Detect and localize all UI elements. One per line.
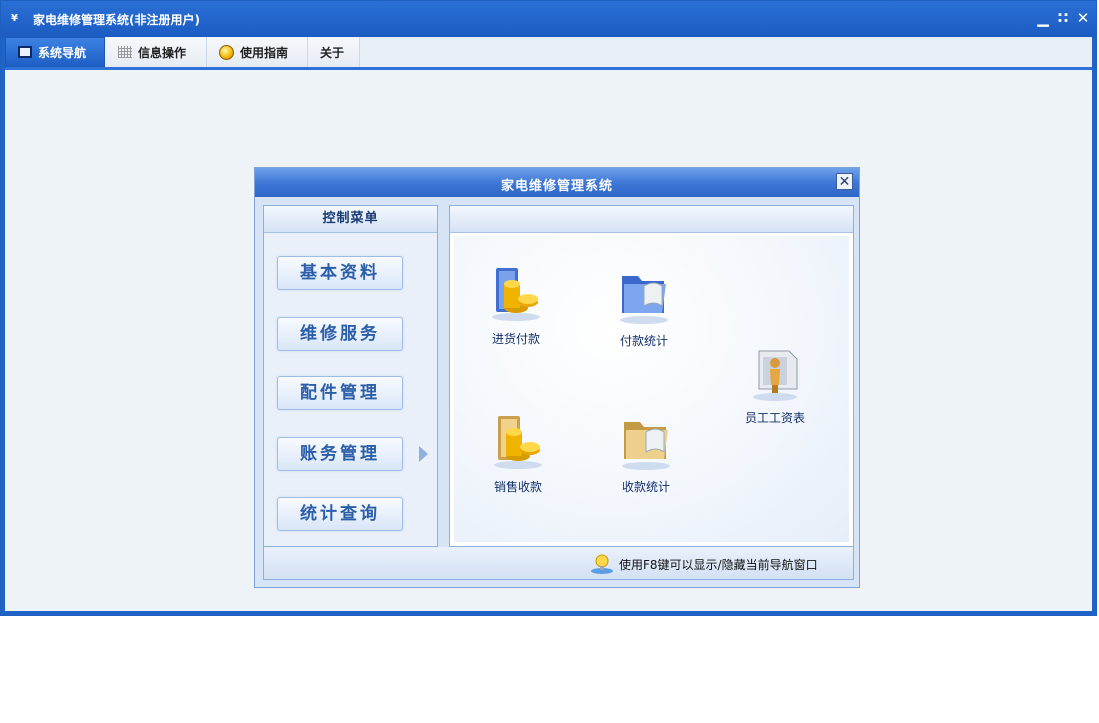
func-label: 付款统计 xyxy=(619,334,668,348)
menu-repair-service-button[interactable]: 维修服务 xyxy=(277,317,403,351)
restore-button[interactable]: ∷ xyxy=(1056,9,1070,27)
title-bar[interactable]: ¥ 家电维修管理系统(非注册用户) ▁ ∷ ✕ xyxy=(1,1,1096,37)
selected-arrow-icon xyxy=(419,446,428,462)
dialog-title-bar[interactable]: 家电维修管理系统 ✕ xyxy=(255,168,859,197)
tab-label: 关于 xyxy=(320,45,345,60)
func-label: 员工工资表 xyxy=(744,411,805,425)
sales-receipt-icon xyxy=(488,410,548,472)
control-menu-panel: 控制菜单 基本资料 维修服务 配件管理 账务管理 统计查询 xyxy=(263,205,438,547)
navigation-dialog: 家电维修管理系统 ✕ 控制菜单 基本资料 维修服务 配件管理 账务管理 统计查询 xyxy=(254,167,860,588)
dialog-close-button[interactable]: ✕ xyxy=(836,173,853,190)
purchase-payment-icon xyxy=(486,262,546,324)
help-icon xyxy=(219,44,234,60)
tab-system-navigation[interactable]: 系统导航 xyxy=(5,37,105,67)
grid-icon xyxy=(118,46,132,58)
menu-accounts-management-button[interactable]: 账务管理 xyxy=(277,437,403,471)
function-panel-header xyxy=(450,206,853,233)
tab-label: 使用指南 xyxy=(240,45,289,60)
function-panel: 进货付款 付款统计 员工工资表 销售收款 收款统计 xyxy=(449,205,854,547)
func-payment-stats[interactable]: 付款统计 xyxy=(604,264,684,349)
func-purchase-payment[interactable]: 进货付款 xyxy=(476,262,556,347)
control-menu-header: 控制菜单 xyxy=(264,206,437,233)
func-receipt-stats[interactable]: 收款统计 xyxy=(606,410,686,495)
window-controls: ▁ ∷ ✕ xyxy=(1036,9,1090,27)
menu-statistics-query-button[interactable]: 统计查询 xyxy=(277,497,403,531)
app-logo-icon: ¥ xyxy=(11,13,18,24)
employee-salary-icon xyxy=(745,341,805,403)
minimize-button[interactable]: ▁ xyxy=(1036,9,1050,27)
tab-label: 系统导航 xyxy=(38,45,87,60)
tab-info-operations[interactable]: 信息操作 xyxy=(106,37,207,67)
status-bar: 使用F8键可以显示/隐藏当前导航窗口 xyxy=(263,547,854,580)
function-panel-body: 进货付款 付款统计 员工工资表 销售收款 收款统计 xyxy=(454,236,849,542)
tab-user-guide[interactable]: 使用指南 xyxy=(207,37,308,67)
status-tip-text: 使用F8键可以显示/隐藏当前导航窗口 xyxy=(619,558,818,572)
menu-basic-info-button[interactable]: 基本资料 xyxy=(277,256,403,290)
func-label: 进货付款 xyxy=(491,332,540,346)
func-employee-salary[interactable]: 员工工资表 xyxy=(735,341,815,426)
tab-about[interactable]: 关于 xyxy=(308,37,360,67)
lightbulb-tip-icon xyxy=(590,553,614,575)
dialog-title: 家电维修管理系统 xyxy=(500,179,613,194)
func-sales-receipt[interactable]: 销售收款 xyxy=(478,410,558,495)
func-label: 收款统计 xyxy=(621,480,670,494)
menu-parts-management-button[interactable]: 配件管理 xyxy=(277,376,403,410)
tab-label: 信息操作 xyxy=(138,45,187,60)
receipt-stats-icon xyxy=(616,410,676,472)
func-label: 销售收款 xyxy=(493,480,542,494)
window-title: 家电维修管理系统(非注册用户) xyxy=(33,13,200,27)
monitor-icon xyxy=(18,46,32,58)
menu-bar: 系统导航 信息操作 使用指南 关于 xyxy=(5,37,1092,70)
close-button[interactable]: ✕ xyxy=(1076,9,1090,27)
payment-stats-icon xyxy=(614,264,674,326)
